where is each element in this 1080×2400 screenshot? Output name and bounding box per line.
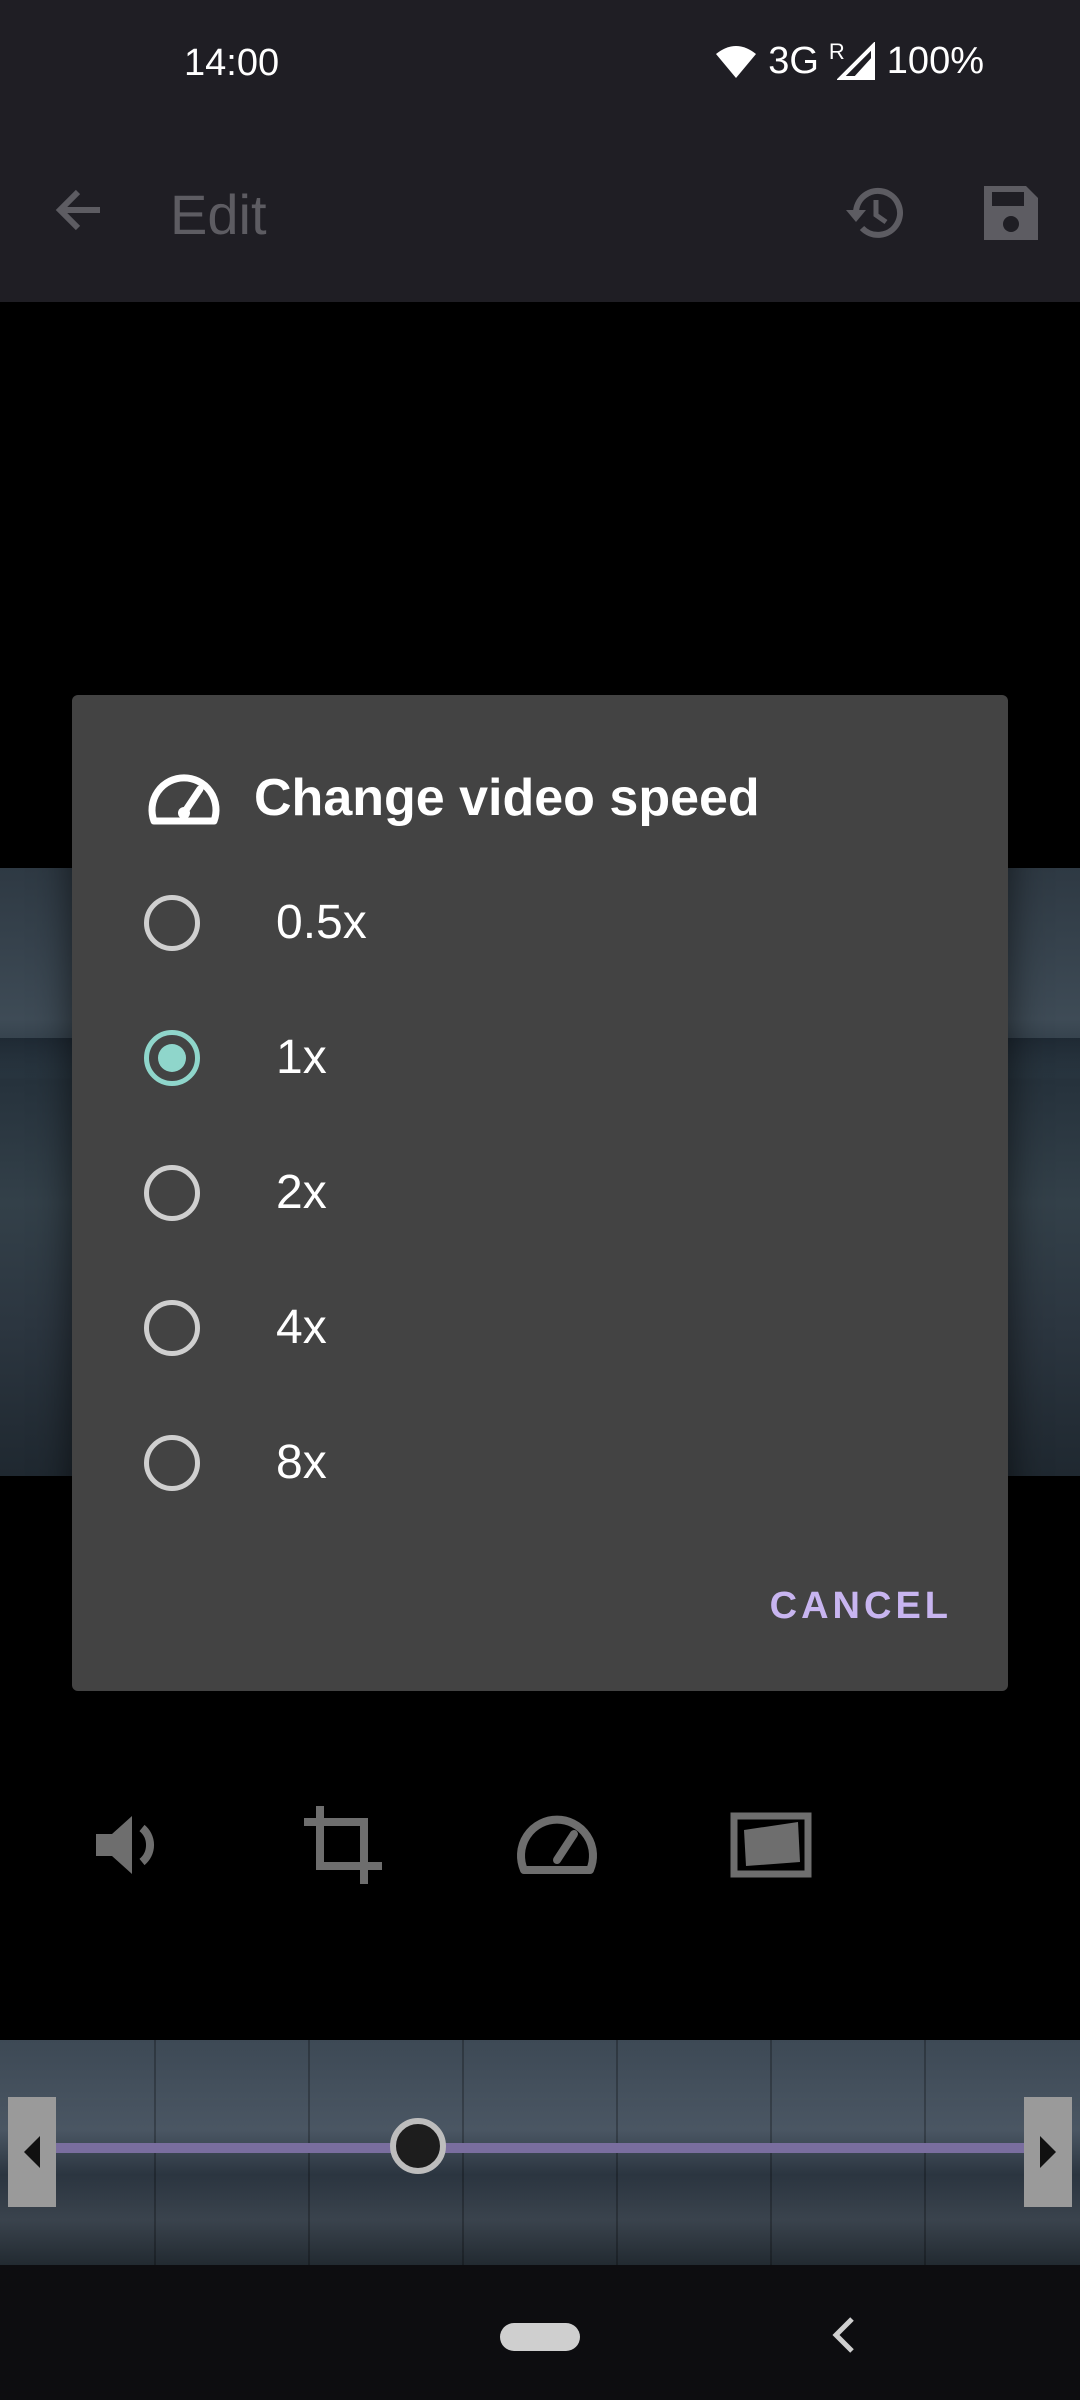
cancel-button[interactable]: CANCEL: [770, 1585, 952, 1628]
edit-toolbar: [0, 1790, 1080, 1910]
option-label: 8x: [276, 1436, 327, 1489]
speedometer-icon[interactable]: [512, 1800, 602, 1890]
radio-button[interactable]: [144, 894, 200, 951]
nav-back-icon[interactable]: [828, 2313, 858, 2357]
chevron-right-icon: [1040, 2136, 1056, 2168]
app-bar: Edit: [0, 130, 1080, 302]
battery-level: 100%: [886, 40, 984, 82]
speed-option-2x[interactable]: 2x: [72, 1125, 1008, 1260]
trim-end-handle[interactable]: [1024, 2097, 1072, 2207]
speed-dialog: Change video speed 0.5x 1x 2x 4x 8x CANC…: [72, 695, 1008, 1691]
status-icons: 3G R 100%: [714, 39, 984, 83]
home-pill[interactable]: [500, 2323, 580, 2351]
signal-icon: [836, 41, 875, 80]
rotate-frame-icon[interactable]: [726, 1800, 816, 1890]
history-icon[interactable]: [842, 180, 908, 246]
radio-button-selected[interactable]: [144, 1029, 200, 1086]
speed-options: 0.5x 1x 2x 4x 8x: [72, 855, 1008, 1530]
network-type: 3G: [768, 40, 819, 82]
option-label: 2x: [276, 1166, 327, 1219]
volume-icon[interactable]: [84, 1800, 174, 1890]
arrow-back-icon[interactable]: [50, 180, 110, 240]
timeline-track[interactable]: [56, 2143, 1026, 2153]
speed-option-0.5x[interactable]: 0.5x: [72, 855, 1008, 990]
chevron-left-icon: [24, 2136, 40, 2168]
speed-option-4x[interactable]: 4x: [72, 1260, 1008, 1395]
speed-option-1x[interactable]: 1x: [72, 990, 1008, 1125]
crop-icon[interactable]: [298, 1800, 388, 1890]
radio-button[interactable]: [144, 1299, 200, 1356]
trim-start-handle[interactable]: [8, 2097, 56, 2207]
save-icon[interactable]: [980, 182, 1042, 244]
wifi-icon: [716, 45, 757, 78]
speed-option-8x[interactable]: 8x: [72, 1395, 1008, 1530]
dialog-title: Change video speed: [254, 769, 760, 827]
radio-button[interactable]: [144, 1164, 200, 1221]
status-bar: 14:00 3G R 100%: [0, 0, 1080, 130]
status-time: 14:00: [184, 42, 280, 84]
system-nav-bar: [0, 2265, 1080, 2400]
video-timeline[interactable]: [0, 2040, 1080, 2265]
playhead-handle[interactable]: [390, 2118, 446, 2174]
dialog-header: Change video speed: [146, 763, 760, 833]
option-label: 1x: [276, 1031, 327, 1084]
option-label: 4x: [276, 1301, 327, 1354]
page-title: Edit: [170, 183, 267, 246]
option-label: 0.5x: [276, 896, 367, 949]
speedometer-icon: [148, 774, 220, 825]
radio-button[interactable]: [144, 1434, 200, 1491]
